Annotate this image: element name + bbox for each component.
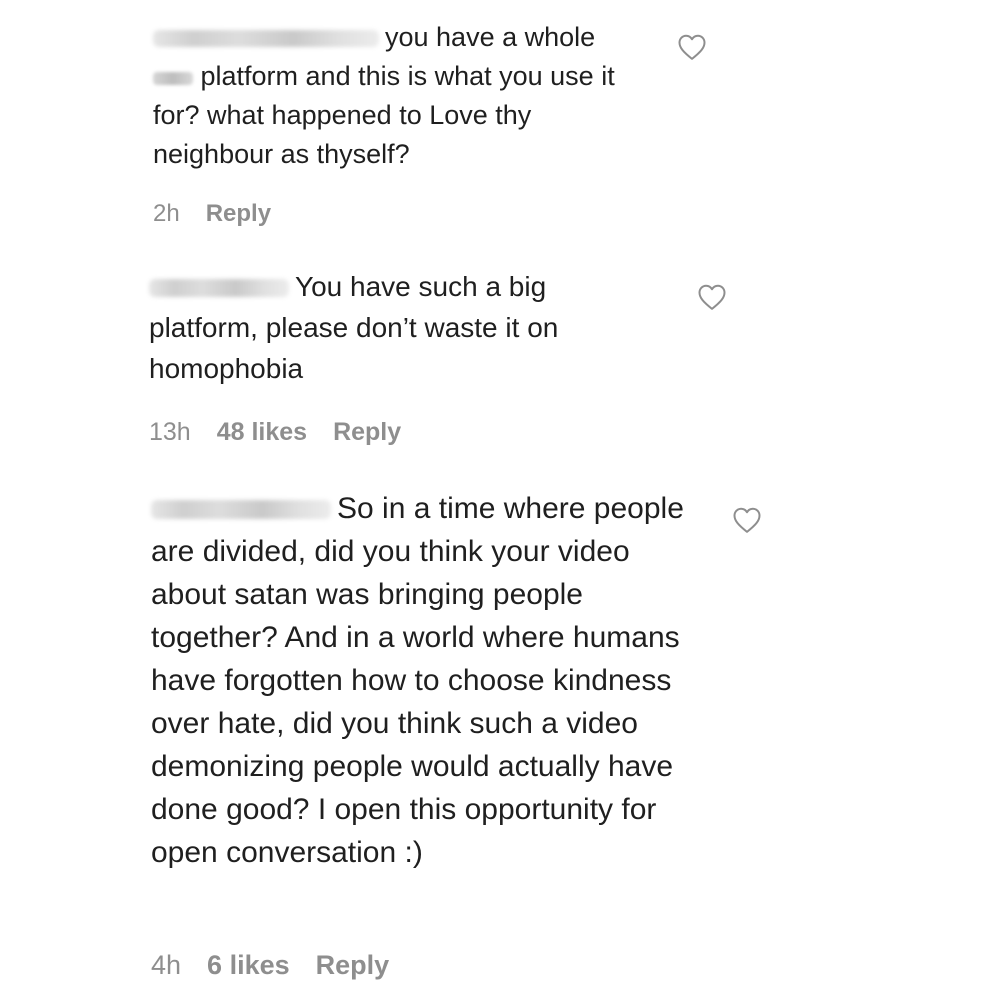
comment-3-meta: 4h 6 likes Reply (151, 950, 389, 981)
comment-3-body: So in a time where people are divided, d… (151, 487, 699, 874)
comment-1-reply-button[interactable]: Reply (206, 200, 271, 228)
comment-2-time: 13h (149, 418, 191, 446)
comment-3-likes[interactable]: 6 likes (207, 950, 290, 981)
comment-2-like-heart-icon[interactable] (697, 283, 727, 311)
comment-3-reply-button[interactable]: Reply (316, 950, 390, 981)
comment-1-body: you have a whole platform and this is wh… (153, 18, 623, 174)
comment-2-username-blurred[interactable] (149, 279, 289, 297)
comment-1-text-start: you have a whole (385, 22, 596, 52)
comment-2-reply-button[interactable]: Reply (333, 418, 401, 447)
heart-outline-icon (698, 284, 726, 310)
comment-1-meta: 2h Reply (153, 200, 271, 228)
comment-1-like-heart-icon[interactable] (677, 33, 707, 61)
comment-3-like-heart-icon[interactable] (732, 506, 762, 534)
heart-outline-icon (733, 507, 761, 533)
comment-1-text-end: platform and this is what you use it for… (153, 61, 615, 169)
comment-1-username-blurred[interactable] (153, 29, 379, 47)
heart-outline-icon (678, 34, 706, 60)
comment-2-body: You have such a big platform, please don… (149, 266, 619, 389)
comment-1-time: 2h (153, 200, 180, 227)
comment-2-meta: 13h 48 likes Reply (149, 418, 401, 447)
comment-3-time: 4h (151, 950, 182, 980)
comment-1-censored-word (153, 72, 193, 85)
comment-3-text: So in a time where people are divided, d… (151, 492, 684, 869)
comment-3-username-blurred[interactable] (151, 500, 331, 519)
comment-2-likes[interactable]: 48 likes (217, 418, 307, 447)
